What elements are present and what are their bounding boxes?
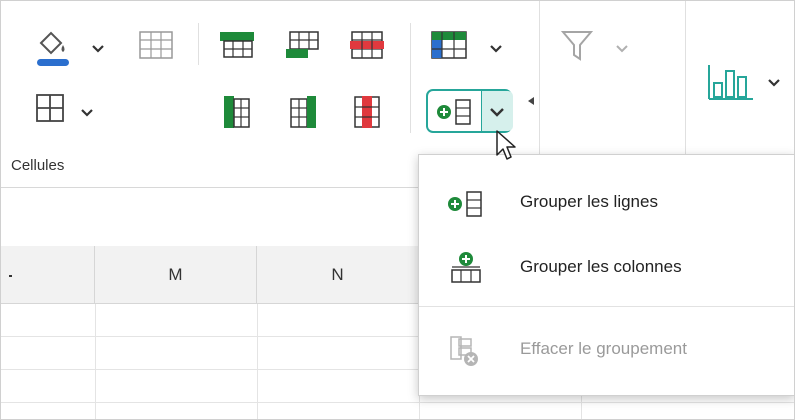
delete-column-icon[interactable]: [353, 95, 381, 134]
chevron-down-icon: [490, 108, 504, 117]
menu-item-label: Grouper les colonnes: [520, 257, 682, 276]
delete-row-icon[interactable]: [349, 31, 385, 64]
menu-separator: [419, 306, 794, 307]
clear-grouping-icon: [447, 336, 485, 374]
cells-group-label: Cellules: [11, 157, 65, 174]
cell-style-icon[interactable]: [139, 31, 173, 64]
menu-item-group-columns[interactable]: Grouper les colonnes: [419, 235, 794, 299]
group-dropdown-menu: Grouper les lignes Grouper les colonnes: [418, 154, 794, 396]
filter-icon[interactable]: [560, 29, 594, 68]
insert-row-below-icon[interactable]: [285, 31, 321, 64]
menu-item-group-rows[interactable]: Grouper les lignes: [419, 170, 794, 234]
chart-icon[interactable]: [707, 63, 755, 108]
fill-color-icon[interactable]: [35, 27, 75, 74]
insert-cells-icon[interactable]: [219, 31, 255, 64]
expand-arrow-icon[interactable]: [527, 93, 535, 111]
format-table-chevron-down-icon[interactable]: [489, 41, 503, 59]
menu-item-clear-grouping[interactable]: Effacer le groupement: [419, 317, 794, 381]
grid-line: [95, 304, 96, 419]
menu-item-label: Grouper les lignes: [520, 192, 658, 211]
group-button[interactable]: [426, 89, 513, 133]
group-rows-icon: [447, 190, 485, 223]
ribbon-separator: [410, 23, 411, 133]
format-table-icon[interactable]: [431, 31, 467, 64]
borders-chevron-down-icon[interactable]: [80, 105, 94, 123]
group-columns-icon: [447, 252, 485, 290]
insert-column-left-icon[interactable]: [223, 95, 251, 134]
app-window: Cellules M N Grouper les lignes Grouper …: [0, 0, 795, 420]
chart-chevron-down-icon[interactable]: [767, 75, 781, 93]
mouse-cursor-icon: [495, 129, 519, 168]
ribbon-separator: [198, 23, 199, 65]
column-header-m[interactable]: M: [95, 246, 257, 304]
column-header[interactable]: [1, 246, 95, 304]
fill-color-chevron-down-icon[interactable]: [91, 41, 105, 59]
column-header-edge-mark: [9, 275, 12, 277]
insert-column-right-icon[interactable]: [289, 95, 317, 134]
table-row[interactable]: [1, 403, 794, 419]
filter-chevron-down-icon[interactable]: [615, 41, 629, 59]
borders-icon[interactable]: [35, 93, 65, 128]
group-button-dropdown[interactable]: [481, 91, 513, 131]
group-rows-icon: [436, 98, 474, 131]
column-header-n[interactable]: N: [257, 246, 419, 304]
menu-item-label: Effacer le groupement: [520, 339, 687, 358]
grid-line: [257, 304, 258, 419]
